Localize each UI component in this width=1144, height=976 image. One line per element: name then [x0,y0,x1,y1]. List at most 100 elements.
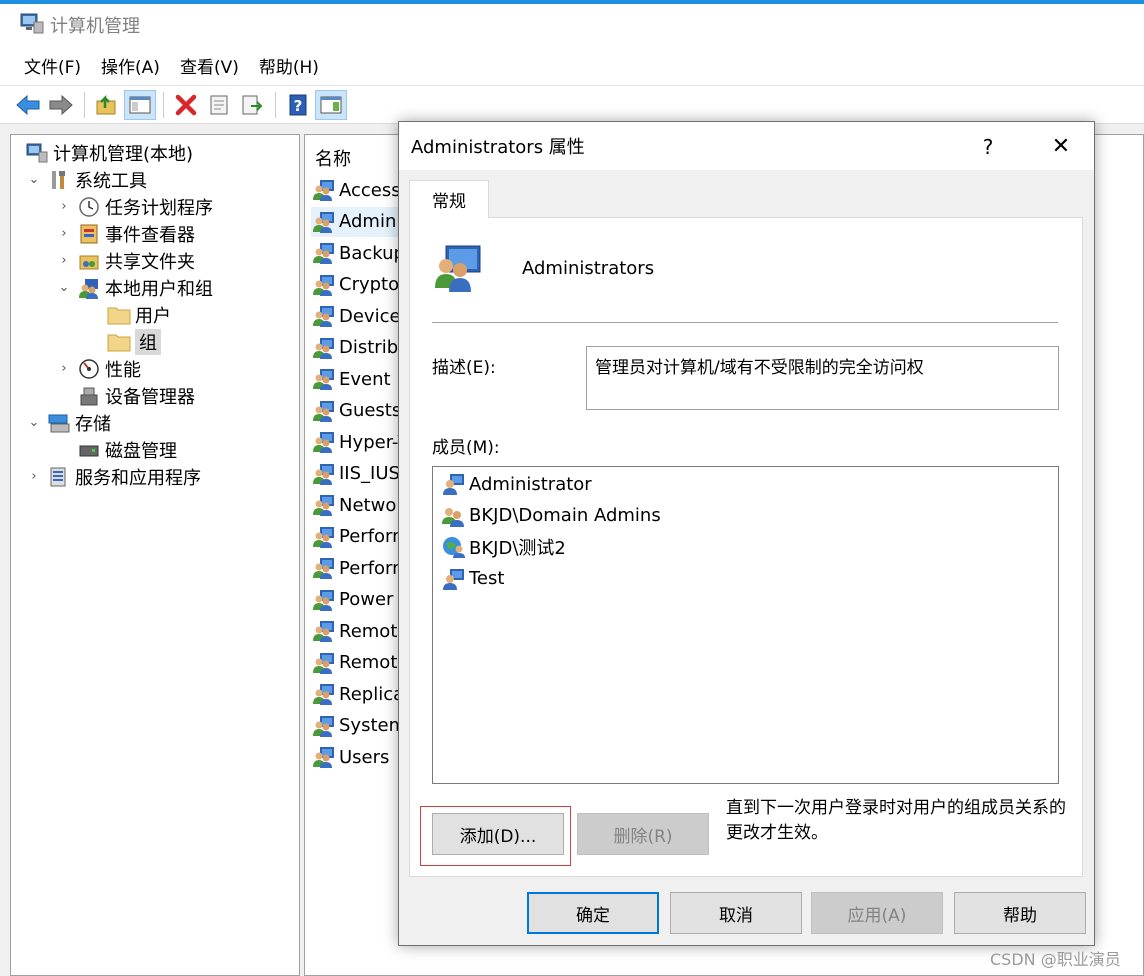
group-icon [311,304,337,328]
list-item[interactable]: Perform [311,522,410,552]
chevron-right-icon[interactable]: › [55,226,73,241]
tree-item[interactable]: › 事件查看器 [55,220,195,247]
chevron-right-icon[interactable]: › [55,253,73,268]
group-icon [311,588,337,612]
list-item[interactable]: Networ [311,490,404,520]
group-icon [311,714,337,738]
remove-member-button[interactable]: 删除(R) [577,813,709,855]
folder-icon [107,331,131,353]
group-icon [311,462,337,486]
group-name: Administrators [522,258,655,279]
tab-general[interactable]: 常规 [409,180,489,218]
tree-item[interactable]: 计算机管理(本地) [21,139,193,166]
tree-item[interactable]: › 服务和应用程序 [25,463,201,490]
member-item[interactable]: Administrator [441,469,592,499]
list-item[interactable]: Users [311,742,389,772]
member-item[interactable]: BKJD\Domain Admins [441,501,661,531]
chevron-down-icon[interactable]: ⌄ [25,415,43,430]
tree-item[interactable]: ⌄ 本地用户和组 [55,274,213,301]
forward-arrow-icon[interactable] [45,90,77,120]
group-icon [311,399,337,423]
help-icon[interactable]: ? [282,90,314,120]
description-field[interactable]: 管理员对计算机/域有不受限制的完全访问权 [586,346,1059,410]
group-icon [311,619,337,643]
member-item[interactable]: BKJD\测试2 [441,532,566,562]
list-item[interactable]: Perform [311,553,410,583]
list-item[interactable]: Admini [311,206,402,237]
list-item[interactable]: Event L [311,364,406,394]
column-header-name[interactable]: 名称 [315,145,351,171]
administrators-properties-dialog: Administrators 属性 ? ✕ 常规 Administrators … [398,121,1095,946]
menu-help[interactable]: 帮助(H) [249,53,329,78]
group-icon [311,682,337,706]
tree-item[interactable]: 用户 [85,301,171,328]
tree-item[interactable]: ⌄ 存储 [25,409,111,436]
chevron-right-icon[interactable]: › [25,469,43,484]
chevron-down-icon[interactable]: ⌄ [25,172,43,187]
tree-item[interactable]: 组 [85,328,161,355]
shared-folder-icon [77,250,101,272]
services-icon [47,466,71,488]
export-list-icon[interactable] [236,90,268,120]
cancel-button[interactable]: 取消 [670,892,802,934]
member-item[interactable]: Test [441,564,504,594]
list-item[interactable]: Device [311,301,401,331]
list-item[interactable]: Distribu [311,333,410,363]
show-hide-tree-icon[interactable] [124,89,156,120]
group-icon [311,525,337,549]
chevron-right-icon[interactable]: › [55,361,73,376]
help-button[interactable]: 帮助 [954,892,1086,934]
menu-action[interactable]: 操作(A) [91,53,170,78]
list-item[interactable]: IIS_IUSI [311,459,405,489]
properties-icon[interactable] [203,90,235,120]
group-icon [311,556,337,580]
delete-icon[interactable] [170,90,202,120]
console-tree[interactable]: 计算机管理(本地) ⌄ 系统工具 › 任务计划程序 › 事件查看器 › 共享文件夹 ⌄ 本地用户和组… [10,134,300,976]
list-item-label: Networ [339,494,404,516]
list-item[interactable]: Remote [311,616,408,646]
list-item[interactable]: System [311,711,406,741]
toolbar-separator [275,91,276,118]
app-icon [20,12,44,39]
add-member-button[interactable]: 添加(D)... [432,813,564,855]
event-viewer-icon [77,223,101,245]
list-item-label: Users [339,746,390,768]
tree-item[interactable]: 设备管理器 [55,382,195,409]
tree-item[interactable]: ⌄ 系统工具 [25,166,147,193]
back-arrow-icon[interactable] [12,90,44,120]
group-icon [311,178,337,202]
list-item[interactable]: Access [311,175,401,205]
chevron-down-icon[interactable]: ⌄ [55,280,73,295]
tree-item-label: 共享文件夹 [105,251,195,273]
dialog-close-button[interactable]: ✕ [1039,130,1083,162]
list-item-label: Admini [339,211,402,232]
list-item[interactable]: Remote [311,648,408,678]
tree-item[interactable]: › 任务计划程序 [55,193,213,220]
list-item[interactable]: Guests [311,396,401,426]
list-item[interactable]: Replica [311,679,404,709]
list-item-label: Guests [339,400,402,421]
watermark: CSDN @职业演员 [990,950,1121,969]
tree-item-label: 事件查看器 [105,224,195,246]
member-label: BKJD\测试2 [469,538,566,559]
members-list[interactable]: Administrator BKJD\Domain Admins BKJD\测试2 T… [432,466,1059,784]
list-item[interactable]: Backup [311,238,405,268]
menu-file[interactable]: 文件(F) [14,53,91,78]
list-item[interactable]: Hyper-V [311,427,410,457]
chevron-right-icon[interactable]: › [55,199,73,214]
dialog-help-button[interactable]: ? [973,132,1003,162]
list-item[interactable]: Cryptog [311,270,411,300]
tree-item-label: 设备管理器 [105,386,195,408]
performance-icon [77,358,101,380]
tree-item[interactable]: 磁盘管理 [55,436,177,463]
up-folder-icon[interactable] [91,90,123,120]
description-label: 描述(E): [432,358,496,378]
action-pane-icon[interactable] [315,89,347,120]
storage-icon [47,412,71,434]
menu-view[interactable]: 查看(V) [170,53,249,78]
tree-item[interactable]: › 共享文件夹 [55,247,195,274]
apply-button[interactable]: 应用(A) [811,892,943,934]
ok-button[interactable]: 确定 [527,892,659,934]
tree-item[interactable]: › 性能 [55,355,141,382]
group-icon [311,745,337,769]
